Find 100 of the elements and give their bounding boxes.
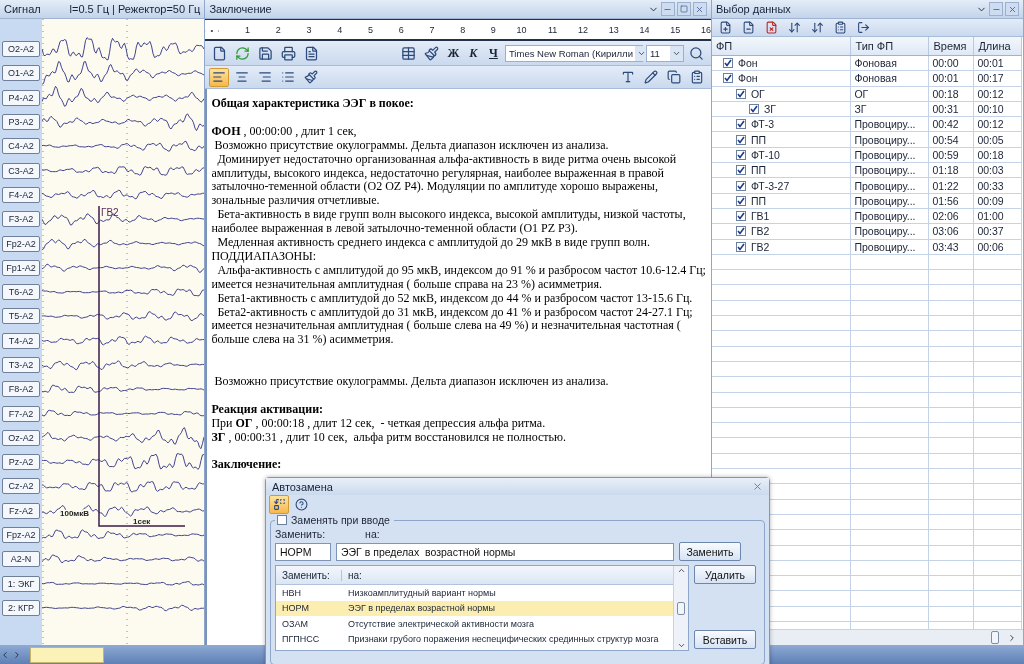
channel-label[interactable]: A2-N: [2, 551, 40, 568]
insert-button[interactable]: Вставить: [694, 630, 756, 649]
channel-label[interactable]: 1: ЭКГ: [2, 575, 40, 592]
close-icon[interactable]: [1005, 2, 1019, 16]
minimize-icon[interactable]: [989, 2, 1003, 16]
column-header[interactable]: ФП: [711, 37, 851, 56]
table-cell: Фоновая: [850, 55, 929, 71]
list-cell-text: Признаки грубого поражения неспецифических срединных структур мозга: [347, 634, 659, 645]
checkbox-label: Заменять при вводе: [291, 514, 390, 526]
channel-label[interactable]: T3-A2: [2, 357, 40, 373]
list-cell-text: Отсутствие электрической активности мозга: [347, 618, 534, 629]
close-icon[interactable]: [692, 2, 707, 16]
font-size-select[interactable]: 11: [645, 44, 684, 62]
table-cell: 01:56: [928, 193, 974, 209]
vertical-scrollbar[interactable]: [673, 566, 688, 650]
list-cell-text: ОЗАМ: [281, 618, 309, 629]
table-cell: 00:37: [973, 223, 1022, 240]
report-paragraph: Возможно присутствие окулограммы. Дельта диапазон исключен из анализа.: [213, 138, 610, 153]
checkbox[interactable]: [735, 165, 746, 176]
channel-label[interactable]: F4-A2: [2, 186, 40, 203]
table-cell: ЗГ: [850, 101, 929, 117]
align-button[interactable]: [209, 67, 230, 87]
channel-label[interactable]: Fpz-A2: [2, 527, 40, 544]
align-center-icon: [235, 70, 250, 84]
scrollbar-thumb[interactable]: [677, 601, 685, 615]
close-icon[interactable]: [752, 481, 763, 492]
scroll-down-icon[interactable]: [676, 641, 686, 650]
checkbox[interactable]: [735, 226, 746, 237]
list-cell-text: ЭЭГ в пределах возрастной нормы: [347, 603, 495, 614]
table-cell: 00:18: [973, 147, 1022, 163]
font-select[interactable]: Times New Roman (Кирилли: [504, 44, 643, 62]
channel-label[interactable]: T4-A2: [2, 332, 40, 349]
scroll-up-icon[interactable]: [676, 566, 686, 575]
channel-label[interactable]: Oz-A2: [2, 429, 40, 446]
list-cell-text: НОРМ: [281, 603, 310, 614]
channel-label[interactable]: T5-A2: [2, 308, 40, 325]
report-paragraph: Бета-активность в виде групп волн высокого индекса, высокой амплитуды, низкой частоты, наиболее выраженная в левой затылочно-теменной области (O1 PZ P3).: [211, 208, 687, 237]
replacement-field[interactable]: ЭЭГ в пределах возрастной нормы: [336, 542, 674, 561]
checkbox[interactable]: [735, 241, 746, 252]
scrollbar-thumb[interactable]: [991, 631, 999, 644]
table-cell: Провоциру...: [850, 193, 929, 209]
time-scale-label: 1сек: [133, 517, 151, 526]
row-name: ПП: [750, 133, 766, 146]
format-button[interactable]: Ж: [444, 43, 462, 63]
channel-label[interactable]: C3-A2: [2, 162, 40, 179]
channel-label[interactable]: P4-A2: [2, 89, 40, 106]
minimize-icon[interactable]: [660, 2, 675, 16]
column-header[interactable]: Тип ФП: [850, 37, 929, 56]
checkbox[interactable]: [735, 180, 746, 191]
checkbox[interactable]: [735, 211, 746, 222]
scroll-right-icon[interactable]: [1007, 632, 1017, 643]
channel-label[interactable]: F3-A2: [2, 211, 40, 228]
replace-icon[interactable]: [269, 495, 289, 514]
replace-button[interactable]: Заменить: [679, 542, 741, 561]
row-name: ПП: [750, 164, 766, 177]
column-header[interactable]: Время: [928, 37, 974, 56]
row-name: ФТ-3: [750, 118, 775, 131]
channel-label[interactable]: O2-A2: [2, 41, 40, 58]
section-heading: Общая характеристика ЭЭГ в покое:: [211, 97, 415, 111]
channel-label[interactable]: Fp1-A2: [2, 259, 40, 276]
channel-label[interactable]: O1-A2: [2, 65, 40, 82]
scroll-right-icon[interactable]: [12, 649, 22, 660]
table-cell: 00:12: [973, 86, 1022, 102]
channel-label[interactable]: C4-A2: [2, 138, 40, 155]
checkbox[interactable]: [735, 195, 746, 206]
column-header[interactable]: на:: [342, 569, 362, 581]
scroll-left-icon[interactable]: [0, 649, 10, 660]
table-cell: 00:54: [928, 132, 974, 148]
checkbox[interactable]: [722, 73, 733, 84]
replace-field[interactable]: НОРМ: [275, 542, 331, 561]
align-right-icon: [258, 70, 273, 84]
channel-label[interactable]: T6-A2: [2, 284, 40, 301]
channel-label[interactable]: Pz-A2: [2, 454, 40, 471]
ruler-number: 7: [403, 24, 435, 35]
dialog-title: Автозамена: [272, 480, 333, 493]
column-header[interactable]: Заменить:: [276, 569, 342, 581]
table-cell: Провоциру...: [850, 147, 929, 163]
channel-label[interactable]: Cz-A2: [2, 478, 40, 495]
channel-label[interactable]: F7-A2: [2, 405, 40, 422]
channel-label[interactable]: Fp2-A2: [2, 235, 40, 252]
channel-label[interactable]: F8-A2: [2, 381, 40, 398]
table-cell: Провоциру...: [850, 223, 929, 240]
checkbox[interactable]: [722, 58, 733, 69]
checkbox[interactable]: [277, 515, 287, 525]
format-button[interactable]: Ч: [484, 43, 502, 63]
checkbox[interactable]: [735, 119, 746, 130]
channel-label[interactable]: P3-A2: [2, 114, 40, 131]
table-cell: 00:03: [973, 162, 1022, 178]
checkbox[interactable]: [735, 149, 746, 160]
channel-label[interactable]: Fz-A2: [2, 502, 40, 519]
align-left-icon: [212, 70, 227, 84]
ruler-number: 13: [588, 24, 619, 35]
channel-label[interactable]: 2: КГР: [2, 599, 40, 616]
panel-title: Заключение: [209, 3, 272, 15]
delete-button[interactable]: Удалить: [694, 565, 756, 584]
format-button[interactable]: К: [464, 43, 482, 63]
checkbox[interactable]: [735, 134, 746, 145]
column-header[interactable]: Длина: [973, 37, 1022, 56]
checkbox[interactable]: [735, 88, 746, 99]
checkbox[interactable]: [748, 104, 759, 115]
